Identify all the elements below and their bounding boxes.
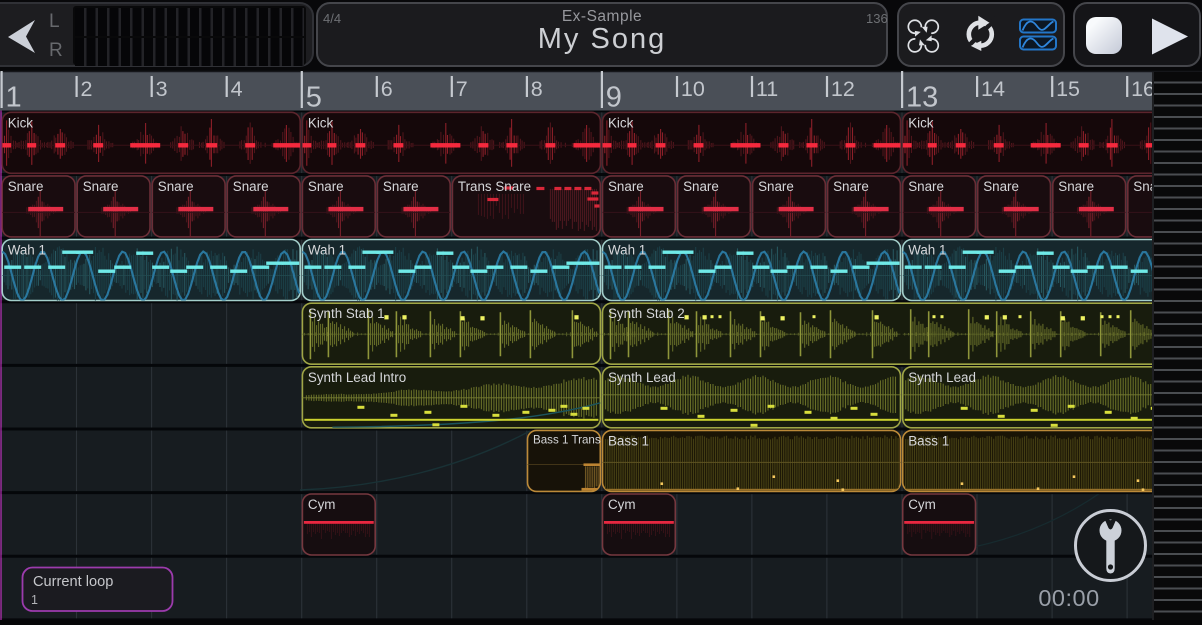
svg-text:Snare: Snare [233, 179, 269, 194]
svg-text:Cym: Cym [608, 497, 636, 512]
svg-text:12: 12 [831, 77, 855, 101]
svg-text:00:00: 00:00 [1038, 585, 1099, 611]
svg-text:Bass 1 Trans: Bass 1 Trans [533, 433, 601, 446]
svg-text:9: 9 [606, 82, 622, 114]
svg-text:1: 1 [6, 82, 22, 114]
svg-text:Cym: Cym [908, 497, 936, 512]
svg-text:Snare: Snare [1058, 179, 1094, 194]
svg-text:Snare: Snare [608, 179, 644, 194]
svg-text:Snare: Snare [833, 179, 869, 194]
svg-text:Cym: Cym [308, 497, 336, 512]
svg-text:13: 13 [906, 82, 938, 114]
svg-text:Wah 1: Wah 1 [8, 243, 46, 258]
svg-text:Synth Lead: Synth Lead [608, 370, 676, 385]
svg-text:Snare: Snare [308, 179, 344, 194]
svg-text:10: 10 [681, 77, 705, 101]
svg-text:Synth Stab 1: Synth Stab 1 [308, 306, 385, 321]
svg-text:Synth Lead: Synth Lead [908, 370, 976, 385]
svg-text:2: 2 [81, 77, 93, 101]
svg-text:Wah 1: Wah 1 [908, 243, 946, 258]
svg-text:Snare: Snare [83, 179, 119, 194]
svg-text:Wah 1: Wah 1 [308, 243, 346, 258]
svg-text:Trans Snare: Trans Snare [458, 179, 531, 194]
svg-text:3: 3 [156, 77, 168, 101]
svg-text:14: 14 [981, 77, 1005, 101]
svg-text:15: 15 [1056, 77, 1080, 101]
svg-text:Wah 1: Wah 1 [608, 243, 646, 258]
svg-text:Kick: Kick [8, 115, 34, 130]
svg-text:Snare: Snare [158, 179, 194, 194]
svg-text:6: 6 [381, 77, 393, 101]
svg-text:Bass 1: Bass 1 [908, 433, 949, 448]
svg-text:11: 11 [756, 77, 778, 101]
svg-text:Current loop: Current loop [33, 574, 113, 590]
svg-text:Snare: Snare [908, 179, 944, 194]
svg-text:Kick: Kick [308, 115, 334, 130]
svg-text:Synth Stab 2: Synth Stab 2 [608, 306, 685, 321]
svg-text:Snare: Snare [383, 179, 419, 194]
svg-text:Synth Lead Intro: Synth Lead Intro [308, 370, 406, 385]
svg-text:Snare: Snare [758, 179, 794, 194]
svg-text:5: 5 [306, 82, 322, 114]
svg-text:7: 7 [456, 77, 468, 101]
svg-text:Kick: Kick [908, 115, 934, 130]
svg-text:Kick: Kick [608, 115, 634, 130]
svg-text:Snare: Snare [8, 179, 44, 194]
svg-text:1: 1 [31, 593, 38, 607]
svg-text:8: 8 [531, 77, 543, 101]
svg-text:Snare: Snare [683, 179, 719, 194]
svg-text:Bass 1: Bass 1 [608, 433, 649, 448]
svg-text:4: 4 [231, 77, 243, 101]
svg-text:Snare: Snare [983, 179, 1019, 194]
